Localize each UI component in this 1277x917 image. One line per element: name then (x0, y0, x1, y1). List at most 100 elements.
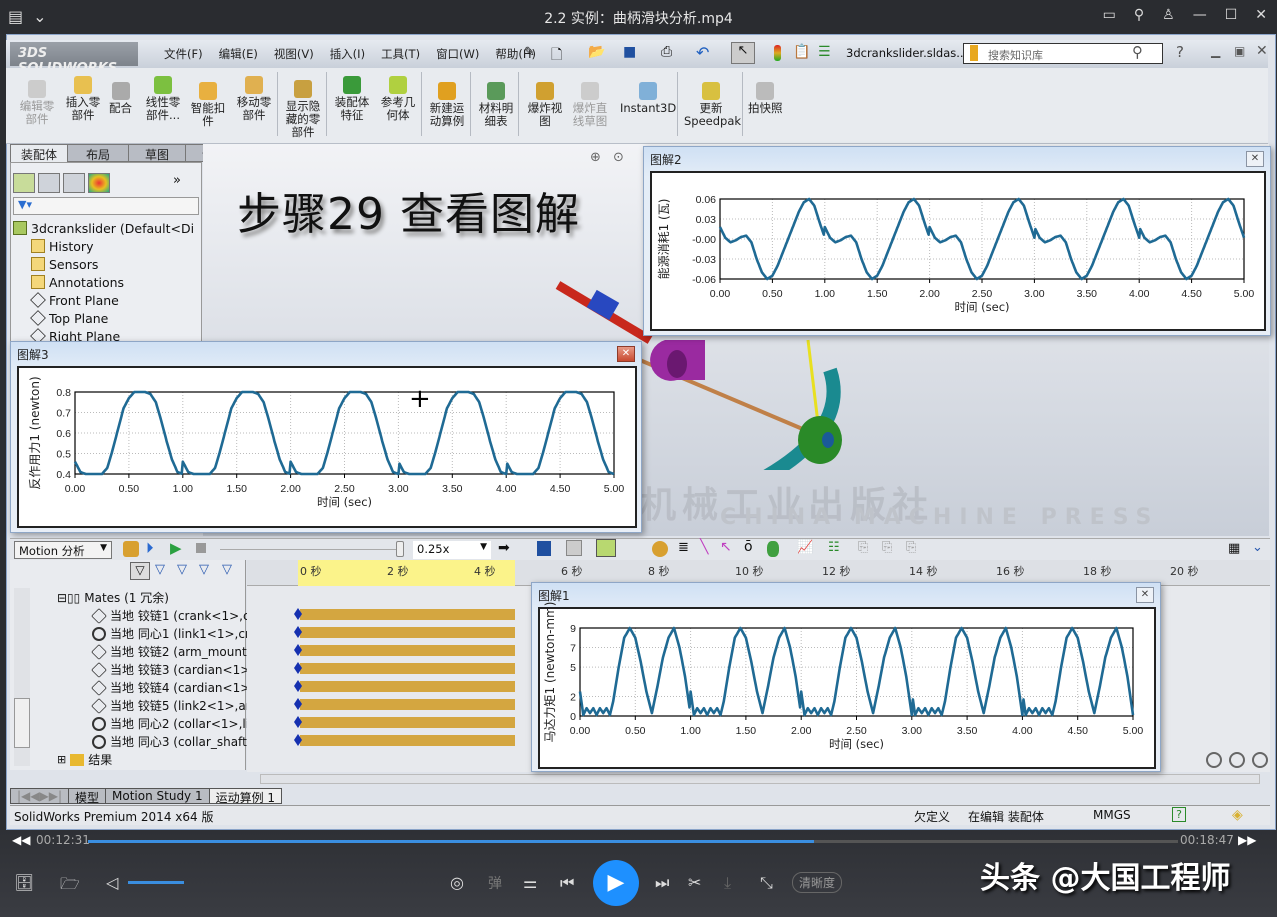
plot-window-2[interactable]: 图解2 ✕ 0.00 0.50 1.00 1.50 2.00 2.50 3.00 3.50 4.… (643, 146, 1271, 336)
play-from-start-icon[interactable]: ⏵ (146, 539, 154, 557)
layout-icon[interactable]: ▦ (1228, 541, 1240, 556)
new-motion-study-button[interactable]: 新建运动算例 (428, 82, 466, 128)
previous-icon[interactable]: ⏮ (560, 873, 574, 893)
tab-layout[interactable]: 布局 (67, 144, 130, 162)
property-manager-tab-icon[interactable] (38, 173, 60, 193)
eye-protection-icon[interactable]: ◎ (450, 873, 464, 892)
rebuild-icon[interactable] (774, 45, 781, 61)
zoom-to-area-icon[interactable]: ⊙ (613, 150, 624, 165)
playback-slider-handle[interactable] (396, 541, 404, 557)
fast-forward-icon[interactable]: ▶▶ (1238, 833, 1256, 847)
mate-button[interactable]: 配合 (109, 82, 132, 115)
tab-assembly[interactable]: 装配体 (10, 144, 69, 162)
tree-item-front-plane[interactable]: Front Plane (11, 291, 201, 309)
plot-window-1[interactable]: 图解1 ✕ 0.00 0.50 1.00 1.50 2.00 2.50 3.00 3.50 4.… (531, 582, 1161, 772)
units-status[interactable]: MMGS (1093, 808, 1131, 822)
stop-icon[interactable] (196, 543, 206, 553)
copy-icon[interactable]: ⎘ (882, 540, 892, 555)
motion-study-properties-icon[interactable]: ☷ (828, 540, 840, 555)
configuration-manager-tab-icon[interactable] (63, 173, 85, 193)
timeline-bar[interactable] (300, 663, 515, 674)
tree-item-annotations[interactable]: Annotations (11, 273, 201, 291)
force-icon[interactable]: ↖ (720, 539, 732, 555)
sort-icon[interactable]: ▽ (222, 562, 232, 577)
zoom-fit-icon[interactable] (1206, 752, 1222, 768)
zoom-to-fit-icon[interactable]: ⊕ (590, 150, 601, 165)
mates-folder[interactable]: ⊟▯▯ Mates (1 冗余) (57, 589, 169, 606)
new-document-icon[interactable]: 🗋 (551, 44, 562, 68)
clarity-button[interactable]: 清晰度 (792, 872, 843, 893)
settings-sliders-icon[interactable]: ⚌ (523, 873, 537, 892)
insert-component-button[interactable]: 插入零部件 (64, 76, 102, 122)
timeline-bar[interactable] (300, 699, 515, 710)
play-icon[interactable]: ▶ (170, 539, 182, 557)
open-icon[interactable]: 📂 (588, 44, 605, 60)
collapse-icon[interactable]: ⎘ (858, 540, 868, 555)
menu-window[interactable]: 窗口(W) (428, 40, 487, 68)
scissors-icon[interactable]: ✂ (688, 873, 701, 892)
pin-icon[interactable]: ⚲ (1134, 7, 1144, 23)
take-snapshot-button[interactable]: 拍快照 (748, 82, 783, 115)
filter-animated-icon[interactable]: ▽ (130, 562, 150, 580)
animation-wizard-icon[interactable] (566, 540, 582, 556)
calculate-icon[interactable] (123, 541, 139, 557)
mate-item[interactable]: 当地 同心3 (collar_shaft (92, 733, 247, 750)
tree-item-history[interactable]: History (11, 237, 201, 255)
filter-driving-icon[interactable]: ▽ (155, 562, 165, 577)
close-button[interactable]: ✕ (1255, 7, 1267, 23)
timeline-scrollbar[interactable] (260, 774, 1260, 784)
tag-icon[interactable]: ◈ (1232, 807, 1243, 823)
tree-item-sensors[interactable]: Sensors (11, 255, 201, 273)
save-animation-icon[interactable] (537, 541, 551, 556)
save-icon[interactable]: ■ (623, 44, 636, 60)
plot-window-3[interactable]: 图解3 ✕ 0.00 0.50 1.00 1.50 2.00 2.50 3.00 3.50 4.… (10, 341, 642, 533)
undo-icon[interactable]: ↶ (696, 43, 709, 62)
options-icon[interactable]: ☰ (818, 44, 831, 60)
playback-slider-track[interactable] (220, 549, 400, 550)
expand-icon[interactable]: » (173, 173, 195, 193)
reference-geometry-button[interactable]: 参考几何体 (379, 76, 417, 122)
tree-scrollbar-thumb[interactable] (14, 698, 30, 748)
linear-pattern-button[interactable]: 线性零部件... (143, 76, 183, 122)
pin-icon[interactable]: ✎ (524, 45, 535, 60)
help-icon[interactable]: ? (1172, 807, 1186, 822)
mate-item[interactable]: 当地 铰链3 (cardian<1> (91, 661, 250, 678)
timeline-bar[interactable] (300, 627, 515, 638)
explode-line-sketch-button[interactable]: 爆炸直线草图 (571, 82, 609, 128)
playback-speed-select[interactable]: 0.25x ▼ (413, 541, 491, 559)
filter-results-icon[interactable]: ▽ (199, 562, 209, 577)
appearance-tab-icon[interactable] (88, 173, 110, 193)
zoom-out-icon[interactable] (1252, 752, 1268, 768)
download-icon[interactable]: ⤓ (724, 873, 731, 893)
doc-restore-button[interactable]: ▣ (1234, 44, 1245, 58)
results-folder[interactable]: ⊞ 结果 (57, 751, 112, 768)
doc-close-button[interactable]: ✕ (1256, 43, 1268, 59)
tree-root[interactable]: 3dcrankslider (Default<Di (11, 219, 201, 237)
tree-filter[interactable]: ▼▾ (13, 197, 199, 215)
assembly-features-button[interactable]: 装配体特征 (333, 76, 371, 122)
timeline-bar[interactable] (300, 735, 515, 746)
tab-model[interactable]: 模型 (68, 788, 107, 805)
collapse-manager-icon[interactable]: ⌄ (1252, 540, 1263, 555)
gravity-icon[interactable] (767, 541, 779, 557)
tree-scrollbar[interactable] (14, 588, 30, 766)
spring-icon[interactable]: ≣ (678, 540, 689, 555)
tab-nav-arrows[interactable]: |◀◀▶▶| (10, 788, 69, 804)
mate-item[interactable]: 当地 铰链5 (link2<1>,ar (91, 697, 251, 714)
menu-view[interactable]: 视图(V) (266, 40, 322, 68)
open-folder-icon[interactable]: 🗁 (60, 873, 80, 900)
play-button[interactable]: ▶ (593, 860, 639, 906)
mate-item[interactable]: 当地 铰链1 (crank<1>,c (91, 607, 250, 624)
menu-insert[interactable]: 插入(I) (322, 40, 373, 68)
fullscreen-icon[interactable]: ⤡ (760, 873, 773, 893)
timeline-bar[interactable] (300, 645, 515, 656)
next-icon[interactable]: ⏭ (655, 873, 669, 893)
feature-manager-tab-icon[interactable] (13, 173, 35, 193)
study-type-select[interactable]: Motion 分析 ▼ (14, 541, 112, 559)
rewind-icon[interactable]: ◀◀ (12, 833, 30, 847)
toolbox-icon[interactable]: 🗄 (14, 873, 34, 892)
volume-icon[interactable]: ◁ (106, 873, 118, 892)
file-properties-icon[interactable]: 📋 (793, 44, 810, 60)
move-component-button[interactable]: 移动零部件 (235, 76, 273, 122)
menu-file[interactable]: 文件(F) (156, 40, 211, 68)
